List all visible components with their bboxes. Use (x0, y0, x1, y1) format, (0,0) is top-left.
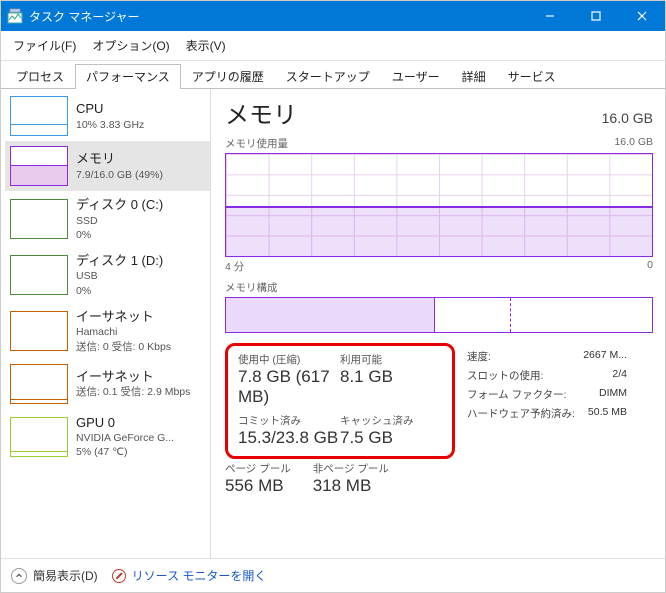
sidebar-item-label: メモリ (76, 150, 163, 168)
main-panel: メモリ 16.0 GB メモリ使用量 16.0 GB 4 分 0 メモリ構成 (211, 89, 665, 558)
maximize-button[interactable] (573, 1, 619, 31)
sidebar-item-cpu[interactable]: CPU 10% 3.83 GHz (5, 91, 210, 141)
stats-area: 使用中 (圧縮) 7.8 GB (617 MB) 利用可能 8.1 GB コミッ… (225, 343, 653, 496)
sidebar-item-gpu0[interactable]: GPU 0 NVIDIA GeForce G... 5% (47 ℃) (5, 409, 210, 465)
stat-paged-label: ページ プール (225, 461, 291, 476)
composition-chart-label: メモリ構成 (225, 280, 278, 295)
sidebar-item-sub: SSD 0% (76, 214, 163, 242)
sidebar-item-label: ディスク 0 (C:) (76, 196, 163, 214)
cpu-thumb-icon (10, 96, 68, 136)
sidebar-item-label: ディスク 1 (D:) (76, 252, 163, 270)
time-axis-right: 0 (647, 259, 653, 274)
menu-options[interactable]: オプション(O) (88, 35, 173, 56)
content: CPU 10% 3.83 GHz メモリ 7.9/16.0 GB (49%) デ… (1, 89, 665, 558)
usage-chart-max: 16.0 GB (614, 136, 653, 151)
sidebar-item-sub: NVIDIA GeForce G... 5% (47 ℃) (76, 431, 174, 459)
disk-thumb-icon (10, 255, 68, 295)
tab-services[interactable]: サービス (497, 64, 567, 89)
prop-slots-value: 2/4 (612, 368, 627, 383)
memory-composition-chart[interactable] (225, 297, 653, 333)
page-capacity: 16.0 GB (602, 110, 653, 126)
titlebar: タスク マネージャー (1, 1, 665, 31)
stat-nonpaged-label: 非ページ プール (313, 461, 389, 476)
app-icon (7, 8, 23, 24)
time-axis-left: 4 分 (225, 259, 244, 274)
sidebar-item-label: GPU 0 (76, 414, 174, 432)
usage-chart-label: メモリ使用量 (225, 136, 288, 151)
composition-label-row: メモリ構成 (225, 280, 653, 295)
tab-processes[interactable]: プロセス (5, 64, 75, 89)
close-button[interactable] (619, 1, 665, 31)
memory-thumb-icon (10, 146, 68, 186)
footer: 簡易表示(D) リソース モニターを開く (1, 558, 665, 592)
stat-cached-value: 7.5 GB (340, 428, 442, 448)
prop-slots-label: スロットの使用: (467, 368, 606, 383)
fewer-details-label: 簡易表示(D) (33, 567, 98, 584)
stat-paged-value: 556 MB (225, 476, 291, 496)
sidebar-item-label: イーサネット (76, 368, 190, 386)
resource-monitor-label: リソース モニターを開く (132, 567, 267, 584)
tab-users[interactable]: ユーザー (381, 64, 451, 89)
sidebar-item-memory[interactable]: メモリ 7.9/16.0 GB (49%) (5, 141, 210, 191)
memory-usage-chart[interactable] (225, 153, 653, 257)
prop-form-value: DIMM (599, 387, 627, 402)
page-header: メモリ 16.0 GB (225, 95, 653, 130)
stat-in-use-value: 7.8 GB (617 MB) (238, 367, 340, 407)
stat-in-use-label: 使用中 (圧縮) (238, 352, 340, 367)
stat-committed-label: コミット済み (238, 413, 340, 428)
sidebar-item-label: CPU (76, 100, 144, 118)
usage-chart-time-axis: 4 分 0 (225, 259, 653, 274)
stat-available-value: 8.1 GB (340, 367, 442, 387)
page-title: メモリ (225, 95, 297, 130)
sidebar-item-sub: 10% 3.83 GHz (76, 118, 144, 132)
disk-thumb-icon (10, 199, 68, 239)
prop-speed-label: 速度: (467, 349, 577, 364)
stat-committed-value: 15.3/23.8 GB (238, 428, 340, 448)
tab-performance[interactable]: パフォーマンス (75, 64, 181, 89)
sidebar-item-sub: Hamachi 送信: 0 受信: 0 Kbps (76, 325, 171, 353)
prop-reserved-label: ハードウェア予約済み: (467, 406, 582, 421)
fewer-details-button[interactable]: 簡易表示(D) (11, 567, 98, 584)
window-title: タスク マネージャー (29, 8, 140, 25)
ethernet-thumb-icon (10, 311, 68, 351)
sidebar-item-ethernet-0[interactable]: イーサネット Hamachi 送信: 0 受信: 0 Kbps (5, 303, 210, 359)
tab-app-history[interactable]: アプリの履歴 (181, 64, 275, 89)
gpu-thumb-icon (10, 417, 68, 457)
prop-speed-value: 2667 M... (583, 349, 627, 364)
task-manager-window: タスク マネージャー ファイル(F) オプション(O) 表示(V) プロセス パ… (0, 0, 666, 593)
highlighted-stats-box: 使用中 (圧縮) 7.8 GB (617 MB) 利用可能 8.1 GB コミッ… (225, 343, 455, 459)
sidebar-item-disk1[interactable]: ディスク 1 (D:) USB 0% (5, 247, 210, 303)
tab-startup[interactable]: スタートアップ (275, 64, 381, 89)
usage-chart-labels: メモリ使用量 16.0 GB (225, 136, 653, 151)
sidebar-item-disk0[interactable]: ディスク 0 (C:) SSD 0% (5, 191, 210, 247)
minimize-button[interactable] (527, 1, 573, 31)
stat-nonpaged-value: 318 MB (313, 476, 389, 496)
stat-available-label: 利用可能 (340, 352, 442, 367)
stat-cached-label: キャッシュ済み (340, 413, 442, 428)
open-resource-monitor-link[interactable]: リソース モニターを開く (112, 567, 267, 584)
menu-file[interactable]: ファイル(F) (9, 35, 80, 56)
menu-view[interactable]: 表示(V) (182, 35, 230, 56)
sidebar-item-ethernet-1[interactable]: イーサネット 送信: 0.1 受信: 2.9 Mbps (5, 359, 210, 409)
menubar: ファイル(F) オプション(O) 表示(V) (1, 31, 665, 61)
tabstrip: プロセス パフォーマンス アプリの履歴 スタートアップ ユーザー 詳細 サービス (1, 63, 665, 89)
sidebar-item-label: イーサネット (76, 308, 171, 326)
prop-form-label: フォーム ファクター: (467, 387, 593, 402)
sidebar-item-sub: 送信: 0.1 受信: 2.9 Mbps (76, 385, 190, 399)
pool-stats: ページ プール 556 MB 非ページ プール 318 MB (225, 461, 455, 496)
memory-properties: 速度: 2667 M... スロットの使用: 2/4 フォーム ファクター: DIMM… (467, 349, 627, 496)
chevron-up-icon (11, 568, 27, 584)
sidebar: CPU 10% 3.83 GHz メモリ 7.9/16.0 GB (49%) デ… (1, 89, 211, 558)
sidebar-item-sub: 7.9/16.0 GB (49%) (76, 168, 163, 182)
resource-monitor-icon (112, 569, 126, 583)
ethernet-thumb-icon (10, 364, 68, 404)
tab-details[interactable]: 詳細 (451, 64, 497, 89)
prop-reserved-value: 50.5 MB (588, 406, 627, 421)
sidebar-item-sub: USB 0% (76, 269, 163, 297)
